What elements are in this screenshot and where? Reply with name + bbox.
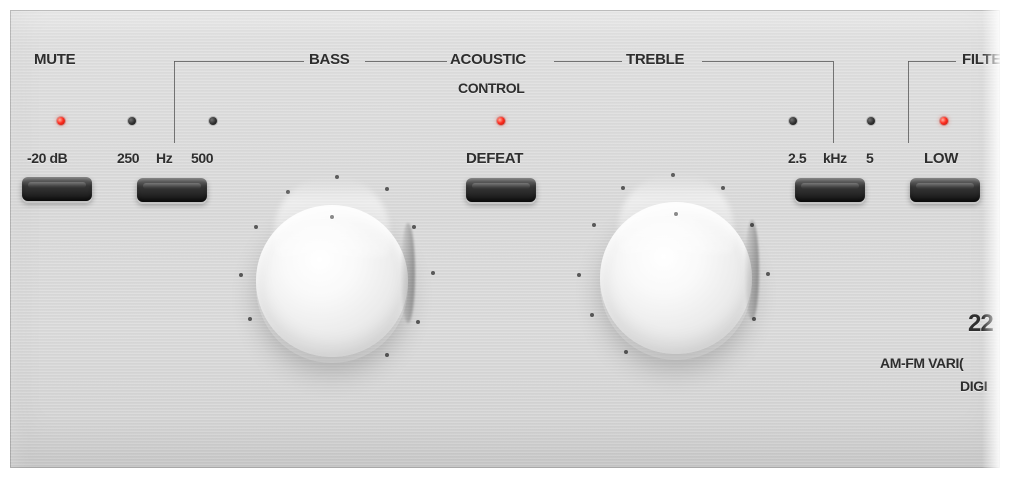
bass-knob-tick xyxy=(385,353,389,357)
treble-knob-tick xyxy=(621,186,625,190)
filter-bracket-left-line xyxy=(908,61,909,143)
bass-knob-assembly[interactable] xyxy=(238,170,435,358)
mute-indicator-light xyxy=(57,117,65,125)
bass-knob-tick xyxy=(416,320,420,324)
bass-label: BASS xyxy=(309,51,350,68)
bass-knob-tick xyxy=(248,317,252,321)
bass-500-indicator-light xyxy=(209,117,217,125)
treble-knob-tick xyxy=(766,272,770,276)
acoustic-to-treble-line xyxy=(554,61,622,62)
treble-knob-tick xyxy=(624,350,628,354)
bass-500-label: 500 xyxy=(191,150,214,166)
treble-knob[interactable] xyxy=(600,202,752,354)
treble-knob-pointer xyxy=(674,212,678,216)
bass-knob-tick xyxy=(239,273,243,277)
defeat-label: DEFEAT xyxy=(466,150,524,167)
low-label: LOW xyxy=(924,150,959,167)
treble-knob-tick xyxy=(577,273,581,277)
bass-knob-tick xyxy=(254,225,258,229)
bass-knob-pointer xyxy=(330,215,334,219)
photo-frame: MUTE -20 dB BASS 250 Hz 500 ACOUSTIC CON… xyxy=(0,0,1009,478)
treble-5-label: 5 xyxy=(866,150,874,166)
low-filter-indicator-light xyxy=(940,117,948,125)
control-label: CONTROL xyxy=(458,80,525,96)
bass-knob-tick xyxy=(385,187,389,191)
treble-knob-tick xyxy=(721,186,725,190)
description-fragment-first-line: AM-FM VARI( xyxy=(880,355,964,371)
bass-knob-tick xyxy=(412,225,416,229)
acoustic-control-indicator-light xyxy=(497,117,505,125)
treble-knob-tick xyxy=(592,223,596,227)
bass-knob[interactable] xyxy=(256,205,408,357)
bass-bracket-top-line xyxy=(174,61,304,62)
bass-250-label: 250 xyxy=(117,150,140,166)
acoustic-label: ACOUSTIC xyxy=(450,51,526,68)
treble-khz-label: kHz xyxy=(823,150,847,166)
filter-bracket-top-line xyxy=(908,61,956,62)
bass-knob-tick xyxy=(431,271,435,275)
mute-label: MUTE xyxy=(34,51,76,68)
treble-25-label: 2.5 xyxy=(788,150,807,166)
treble-5-indicator-light xyxy=(867,117,875,125)
minus-20db-label: -20 dB xyxy=(27,150,68,166)
bass-250-indicator-light xyxy=(128,117,136,125)
defeat-switch[interactable] xyxy=(466,178,536,202)
treble-25-indicator-light xyxy=(789,117,797,125)
treble-turnover-switch[interactable] xyxy=(795,178,865,202)
treble-bracket-right-line xyxy=(833,61,834,143)
bass-hz-label: Hz xyxy=(156,150,173,166)
audio-control-panel: MUTE -20 dB BASS 250 Hz 500 ACOUSTIC CON… xyxy=(10,10,1000,468)
right-cropped-edge xyxy=(982,10,1000,468)
mute-switch[interactable] xyxy=(22,177,92,201)
bass-bracket-left-line xyxy=(174,61,175,143)
bass-turnover-switch[interactable] xyxy=(137,178,207,202)
treble-bracket-top-line xyxy=(702,61,833,62)
treble-label: TREBLE xyxy=(626,51,685,68)
treble-knob-assembly[interactable] xyxy=(576,167,770,355)
low-filter-switch[interactable] xyxy=(910,178,980,202)
treble-knob-tick xyxy=(590,313,594,317)
bass-to-acoustic-line xyxy=(365,61,447,62)
